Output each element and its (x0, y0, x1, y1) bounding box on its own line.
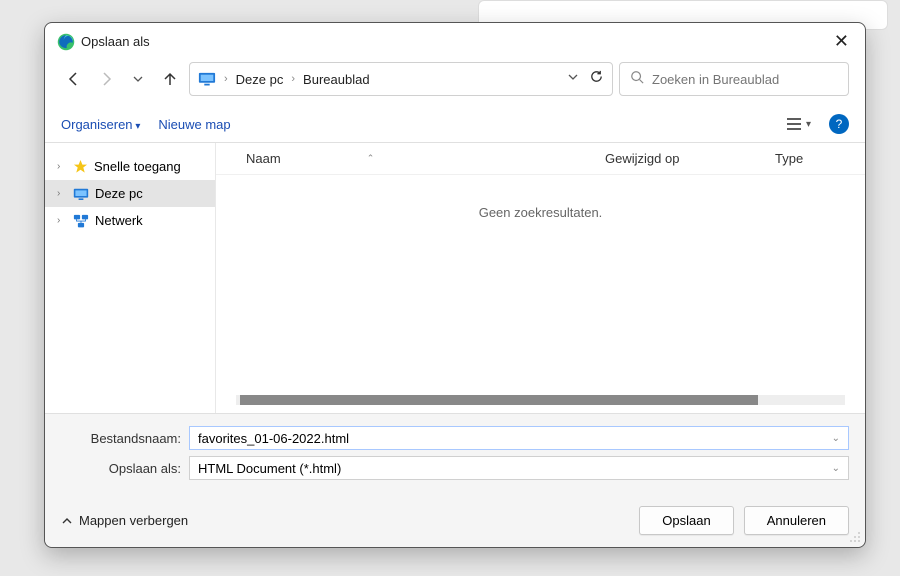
breadcrumb-this-pc[interactable]: Deze pc (236, 72, 284, 87)
up-button[interactable] (157, 66, 183, 92)
footer: Mappen verbergen Opslaan Annuleren (45, 496, 865, 547)
resize-grip-icon[interactable] (849, 531, 861, 543)
form-area: Bestandsnaam: ⌄ Opslaan als: HTML Docume… (45, 413, 865, 496)
back-button[interactable] (61, 66, 87, 92)
save-as-type-label: Opslaan als: (61, 461, 181, 476)
hide-folders-toggle[interactable]: Mappen verbergen (61, 513, 188, 528)
monitor-icon (73, 188, 89, 200)
save-as-dialog: Opslaan als ✕ › Deze pc › Bureaublad (44, 22, 866, 548)
chevron-right-icon: › (57, 161, 67, 172)
scrollbar-thumb[interactable] (240, 395, 758, 405)
save-button[interactable]: Opslaan (639, 506, 733, 535)
chevron-down-icon[interactable]: ⌄ (832, 463, 840, 474)
titlebar: Opslaan als ✕ (45, 23, 865, 56)
filename-combobox[interactable]: ⌄ (189, 426, 849, 450)
chevron-right-icon: › (57, 215, 67, 226)
column-headers: Naam ⌃ Gewijzigd op Type (216, 143, 865, 175)
nav-row: › Deze pc › Bureaublad (45, 56, 865, 106)
filename-input[interactable] (198, 431, 840, 446)
help-button[interactable]: ? (829, 114, 849, 134)
sort-arrow-icon: ⌃ (367, 153, 375, 164)
search-icon (630, 70, 644, 89)
organize-menu[interactable]: Organiseren (61, 117, 140, 132)
cancel-button[interactable]: Annuleren (744, 506, 849, 535)
network-icon (73, 214, 89, 228)
tree-item-label: Netwerk (95, 213, 143, 228)
this-pc-icon (198, 72, 216, 86)
breadcrumb-desktop[interactable]: Bureaublad (303, 72, 370, 87)
star-icon (73, 159, 88, 174)
breadcrumb-separator-icon: › (224, 73, 228, 85)
close-button[interactable]: ✕ (830, 31, 853, 52)
dialog-body: › Snelle toegang › Deze pc › Netwerk (45, 143, 865, 413)
search-input[interactable] (652, 72, 838, 87)
navigation-tree: › Snelle toegang › Deze pc › Netwerk (45, 143, 215, 413)
tree-item-this-pc[interactable]: › Deze pc (45, 180, 215, 207)
horizontal-scrollbar[interactable] (236, 395, 845, 405)
breadcrumb-separator-icon: › (291, 73, 295, 85)
chevron-down-icon[interactable]: ⌄ (832, 433, 840, 444)
tree-item-label: Deze pc (95, 186, 143, 201)
edge-icon (57, 33, 75, 51)
column-header-modified[interactable]: Gewijzigd op (605, 151, 775, 166)
recent-locations-button[interactable] (125, 66, 151, 92)
dialog-title: Opslaan als (81, 34, 150, 49)
new-folder-button[interactable]: Nieuwe map (158, 117, 230, 132)
forward-button[interactable] (93, 66, 119, 92)
column-header-name[interactable]: Naam ⌃ (246, 151, 605, 166)
address-dropdown-button[interactable] (567, 70, 579, 88)
file-list-pane: Naam ⌃ Gewijzigd op Type Geen zoekresult… (215, 143, 865, 413)
tree-item-network[interactable]: › Netwerk (45, 207, 215, 234)
save-as-type-combobox[interactable]: HTML Document (*.html) ⌄ (189, 456, 849, 480)
column-header-type[interactable]: Type (775, 151, 855, 166)
address-bar[interactable]: › Deze pc › Bureaublad (189, 62, 613, 96)
view-mode-button[interactable]: ▾ (786, 117, 811, 131)
refresh-button[interactable] (589, 69, 604, 89)
search-box[interactable] (619, 62, 849, 96)
save-as-type-value: HTML Document (*.html) (198, 461, 341, 476)
chevron-up-icon (61, 515, 73, 527)
chevron-right-icon: › (57, 188, 67, 199)
filename-label: Bestandsnaam: (61, 431, 181, 446)
empty-results-message: Geen zoekresultaten. (216, 205, 865, 220)
toolbar: Organiseren Nieuwe map ▾ ? (45, 106, 865, 143)
tree-item-label: Snelle toegang (94, 159, 181, 174)
tree-item-quick-access[interactable]: › Snelle toegang (45, 153, 215, 180)
